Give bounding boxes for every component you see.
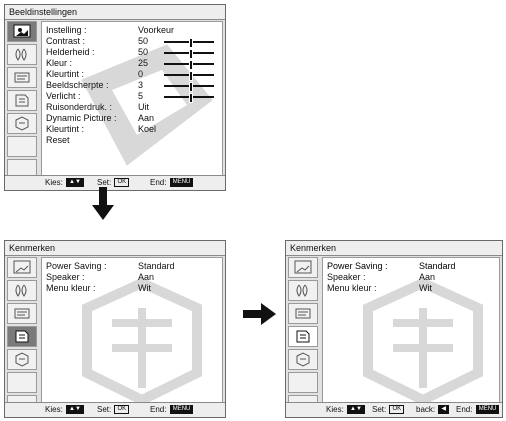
tab-screen[interactable] (7, 303, 37, 324)
picture-settings-icon (294, 260, 312, 274)
menu-key-icon: MENU (169, 405, 194, 415)
features-list: Power Saving : Standard Speaker : Aan Menu… (41, 257, 223, 403)
picture-settings-list: Instelling : Voorkeur Contrast :50 Helder… (41, 21, 223, 176)
level-knob[interactable] (189, 60, 193, 70)
tab-setup[interactable] (7, 349, 37, 370)
back-hint: back: ◀ (416, 403, 450, 417)
features-icon (15, 94, 29, 107)
setup-icon (296, 352, 310, 367)
level-bar[interactable] (164, 38, 214, 48)
level-bar[interactable] (164, 71, 214, 81)
features-watermark-icon (82, 278, 202, 402)
panel-title: Beeldinstellingen (5, 5, 225, 20)
menu-key-icon: MENU (475, 405, 500, 415)
screen-icon (295, 308, 311, 319)
tab-features[interactable] (7, 326, 37, 347)
menu-key-icon: MENU (169, 178, 194, 188)
level-knob[interactable] (189, 49, 193, 59)
set-hint: Set: OK (97, 403, 130, 417)
menu-sidebar (7, 21, 37, 182)
tab-sound[interactable] (288, 280, 318, 301)
end-hint: End: MENU (456, 403, 500, 417)
up-down-key-icon: ▲▼ (347, 405, 365, 415)
ok-key-icon: OK (389, 405, 405, 415)
menu-sidebar (288, 257, 318, 418)
key-guide: Kies: ▲▼ Set: OK End: MENU (5, 402, 225, 417)
level-knob[interactable] (189, 38, 193, 48)
up-down-key-icon: ▲▼ (66, 405, 84, 415)
select-hint: Kies: ▲▼ (45, 403, 85, 417)
tab-setup[interactable] (7, 113, 37, 134)
select-hint: Kies: ▲▼ (45, 176, 85, 190)
level-bar[interactable] (164, 93, 214, 103)
tab-screen[interactable] (288, 303, 318, 324)
menu-sidebar (7, 257, 37, 418)
sound-icon (15, 284, 27, 297)
ok-key-icon: OK (114, 178, 130, 188)
level-knob[interactable] (189, 71, 193, 81)
features-list: Power Saving : Standard Speaker : Aan Menu… (322, 257, 500, 403)
level-bar[interactable] (164, 49, 214, 59)
tab-picture[interactable] (7, 21, 37, 42)
key-guide: Kies: ▲▼ Set: OK End: MENU (5, 175, 225, 190)
tab-features[interactable] (288, 326, 318, 347)
features-icon (296, 330, 310, 343)
sound-icon (15, 48, 27, 61)
select-hint: Kies: ▲▼ (326, 403, 366, 417)
end-hint: End: MENU (150, 176, 194, 190)
ok-key-icon: OK (114, 405, 130, 415)
up-down-key-icon: ▲▼ (66, 178, 84, 188)
arrow-down-icon (92, 187, 114, 220)
back-key-icon: ◀ (438, 405, 449, 415)
set-hint: Set: OK (372, 403, 405, 417)
tab-sound[interactable] (7, 44, 37, 65)
key-guide: Kies: ▲▼ Set: OK back: ◀ End: MENU (286, 402, 502, 417)
picture-settings-panel: Beeldinstellingen Instelling : Voorkeur C… (4, 4, 226, 191)
tab-empty (7, 136, 37, 157)
end-hint: End: MENU (150, 403, 194, 417)
setup-icon (15, 352, 29, 367)
setup-icon (15, 116, 29, 131)
panel-title: Kenmerken (5, 241, 225, 256)
level-knob[interactable] (189, 82, 193, 92)
tab-setup[interactable] (288, 349, 318, 370)
arrow-right-icon (243, 303, 276, 325)
picture-settings-icon (13, 24, 31, 38)
tab-features[interactable] (7, 90, 37, 111)
features-panel: Kenmerken Power Saving : Standard Speaker… (4, 240, 226, 418)
level-bar[interactable] (164, 82, 214, 92)
tab-picture[interactable] (288, 257, 318, 278)
tab-screen[interactable] (7, 67, 37, 88)
screen-icon (14, 72, 30, 83)
level-knob[interactable] (189, 93, 193, 103)
tab-picture[interactable] (7, 257, 37, 278)
features-panel-selected: Kenmerken Power Saving : Standard Speaker… (285, 240, 503, 418)
screen-icon (14, 308, 30, 319)
sound-icon (296, 284, 308, 297)
features-icon (15, 330, 29, 343)
tab-empty (288, 372, 318, 393)
picture-settings-icon (13, 260, 31, 274)
tab-sound[interactable] (7, 280, 37, 301)
tab-empty (7, 372, 37, 393)
level-bar[interactable] (164, 60, 214, 70)
panel-title: Kenmerken (286, 241, 502, 256)
features-watermark-icon (363, 278, 483, 402)
